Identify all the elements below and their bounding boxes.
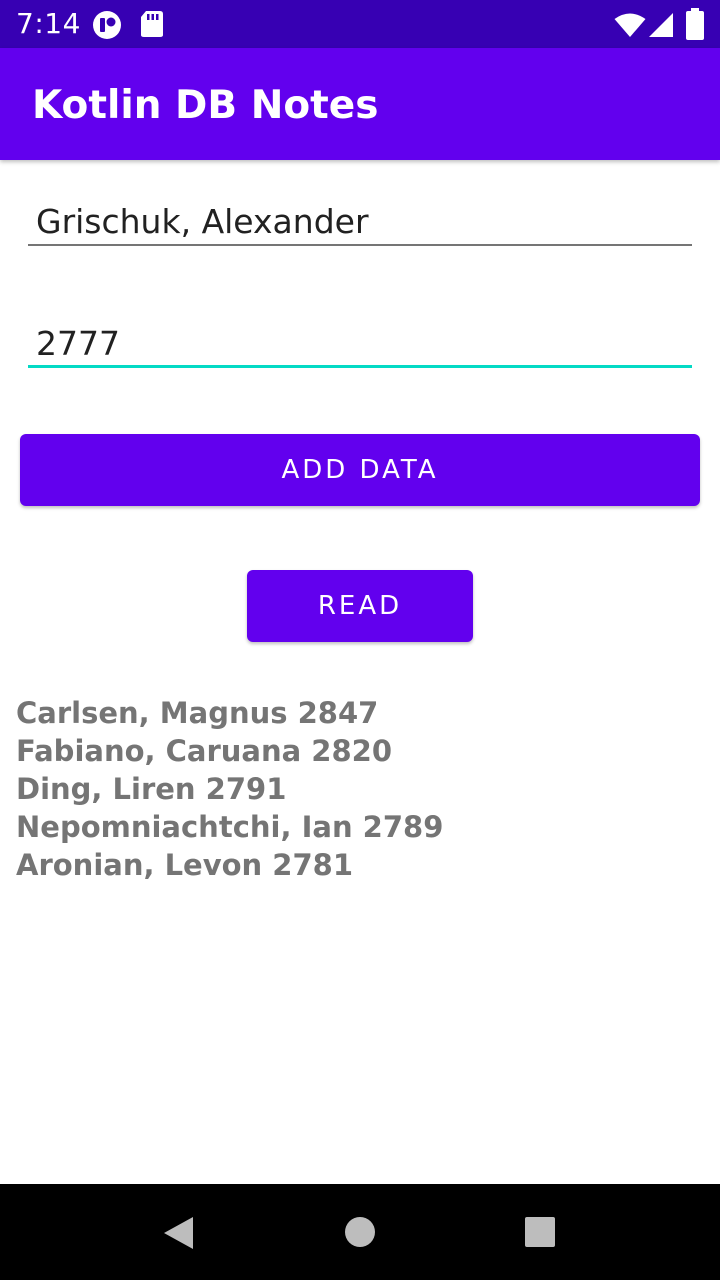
result-item: Nepomniachtchi, Ian 2789 [16,810,444,844]
battery-icon [686,8,704,45]
app-title: Kotlin DB Notes [32,83,379,128]
home-icon[interactable] [344,1216,376,1253]
add-data-button-label: ADD DATA [281,455,439,485]
score-input[interactable]: 2777 [28,322,692,368]
app-bar: Kotlin DB Notes [0,48,720,160]
sd-card-icon [140,10,164,43]
result-item: Ding, Liren 2791 [16,772,287,806]
result-item: Carlsen, Magnus 2847 [16,696,379,730]
wifi-icon [614,12,646,43]
notification-app-icon [92,10,122,45]
result-item: Aronian, Levon 2781 [16,848,354,882]
back-icon[interactable] [162,1216,194,1255]
status-time: 7:14 [16,7,81,40]
result-item: Fabiano, Caruana 2820 [16,734,393,768]
results-list: Carlsen, Magnus 2847 Fabiano, Caruana 28… [16,694,706,884]
status-bar: 7:14 [0,0,720,48]
cellular-signal-icon [648,12,674,43]
add-data-button[interactable]: ADD DATA [20,434,700,506]
read-button-label: READ [317,591,403,621]
read-button[interactable]: READ [247,570,473,642]
navigation-bar [0,1184,720,1280]
recents-icon[interactable] [525,1217,555,1252]
name-input[interactable]: Grischuk, Alexander [28,200,692,246]
